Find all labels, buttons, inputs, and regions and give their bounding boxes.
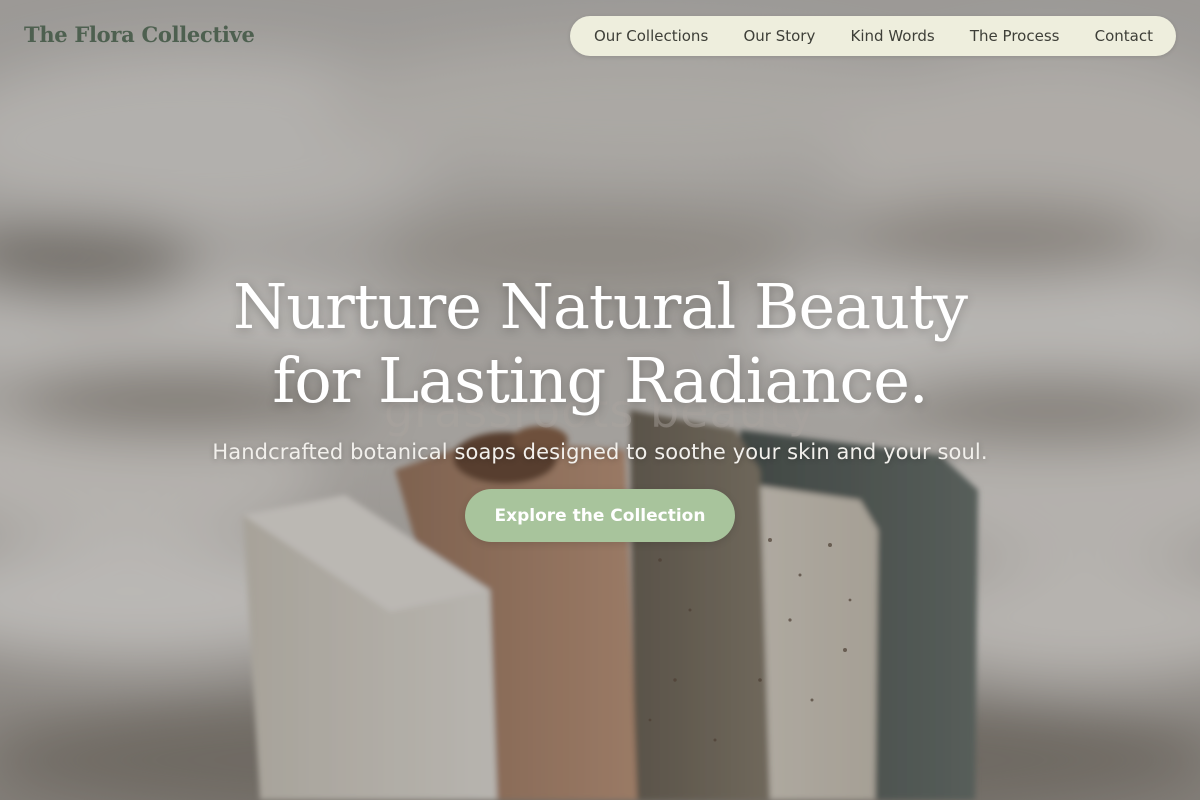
- nav-link-our-story[interactable]: Our Story: [743, 27, 815, 45]
- main-navigation: Our Collections Our Story Kind Words The…: [570, 16, 1176, 56]
- nav-link-kind-words[interactable]: Kind Words: [851, 27, 935, 45]
- brand-logo[interactable]: The Flora Collective: [24, 22, 255, 47]
- hero-headline-line-1: Nurture Natural Beauty: [233, 270, 968, 343]
- nav-link-the-process[interactable]: The Process: [970, 27, 1060, 45]
- hero-headline: Nurture Natural Beauty for Lasting Radia…: [0, 270, 1200, 418]
- nav-link-our-collections[interactable]: Our Collections: [594, 27, 708, 45]
- explore-collection-button[interactable]: Explore the Collection: [465, 489, 735, 542]
- hero-subheadline: Handcrafted botanical soaps designed to …: [212, 440, 988, 464]
- nav-link-contact[interactable]: Contact: [1095, 27, 1153, 45]
- hero-headline-line-2: for Lasting Radiance.: [272, 344, 928, 417]
